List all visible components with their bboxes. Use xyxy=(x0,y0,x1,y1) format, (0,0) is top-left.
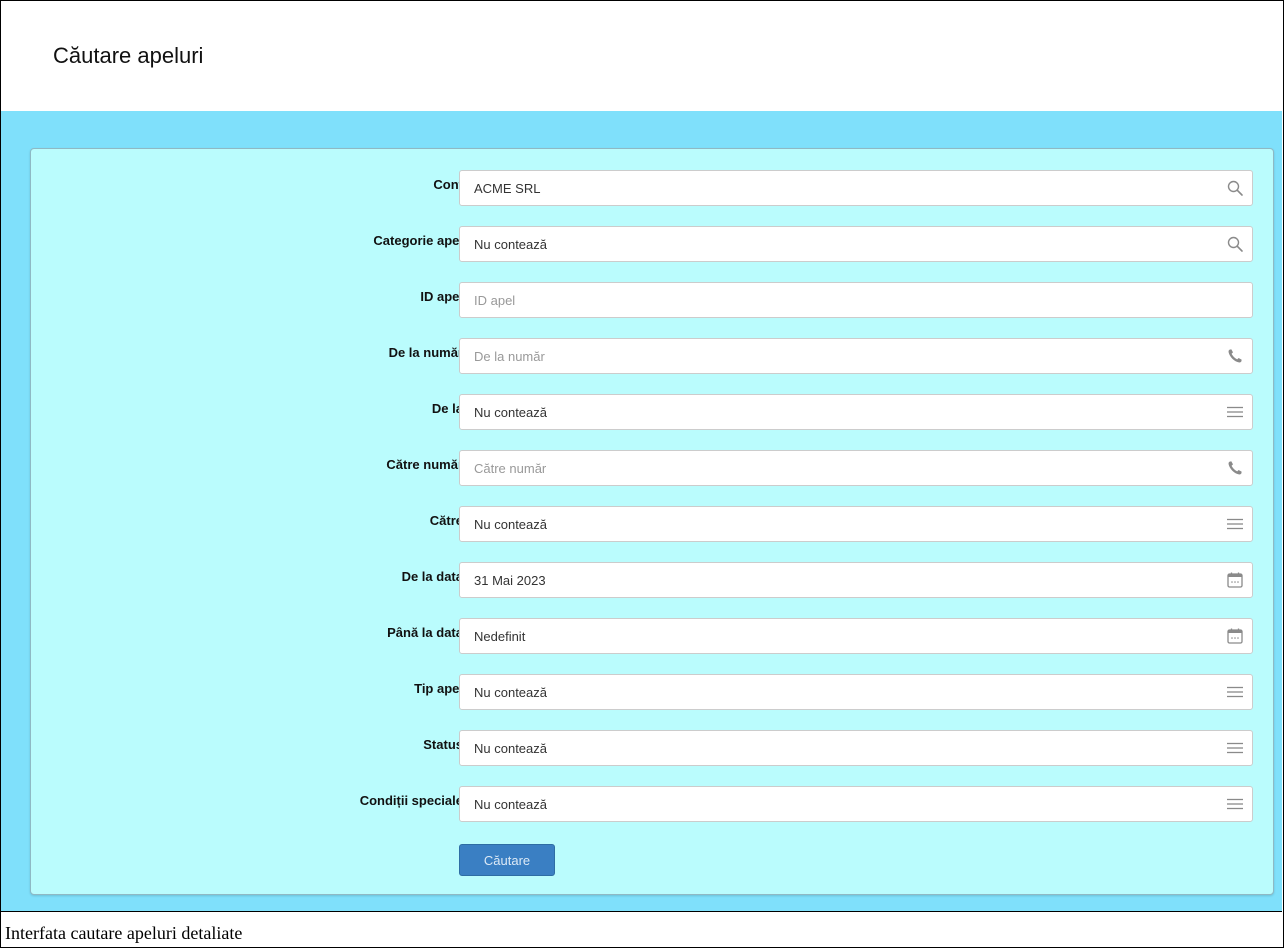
form-row-cont: Cont ACME SRL xyxy=(31,170,1273,206)
calendar-icon[interactable] xyxy=(1226,571,1244,589)
call-type-select[interactable]: Nu contează xyxy=(459,674,1253,710)
search-button[interactable]: Căutare xyxy=(459,844,555,876)
form-row-pana-la-data: Până la data Nedefinit xyxy=(31,618,1273,654)
form-row-id-apel: ID apel ID apel xyxy=(31,282,1273,318)
page-title: Căutare apeluri xyxy=(53,43,204,68)
field-label: ID apel xyxy=(420,289,463,304)
account-field[interactable]: ACME SRL xyxy=(459,170,1253,206)
field-value: Nu contează xyxy=(474,405,547,420)
from-number-input[interactable]: De la număr xyxy=(459,338,1253,374)
field-value: ACME SRL xyxy=(474,181,541,196)
field-value: Nedefinit xyxy=(474,629,526,644)
form-row-categorie-apel: Categorie apel Nu contează xyxy=(31,226,1273,262)
list-icon[interactable] xyxy=(1226,403,1244,421)
list-icon[interactable] xyxy=(1226,739,1244,757)
field-value: Nu contează xyxy=(474,237,547,252)
field-placeholder: Către număr xyxy=(474,461,547,476)
form-row-de-la-data: De la data 31 Mai 2023 xyxy=(31,562,1273,598)
field-value: 31 Mai 2023 xyxy=(474,573,546,588)
from-select[interactable]: Nu contează xyxy=(459,394,1253,430)
search-form-panel: Cont ACME SRL Categorie apel Nu contează… xyxy=(30,148,1274,895)
form-row-catre: Către Nu contează xyxy=(31,506,1273,542)
to-select[interactable]: Nu contează xyxy=(459,506,1253,542)
field-value: Nu contează xyxy=(474,685,547,700)
list-icon[interactable] xyxy=(1226,795,1244,813)
form-row-tip-apel: Tip apel Nu contează xyxy=(31,674,1273,710)
field-label: De la data xyxy=(401,569,463,584)
calendar-icon[interactable] xyxy=(1226,627,1244,645)
phone-icon xyxy=(1226,347,1244,365)
search-icon[interactable] xyxy=(1226,179,1244,197)
caption-text: Interfata cautare apeluri detaliate xyxy=(5,923,243,943)
form-row-conditii-speciale: Condiții speciale Nu contează xyxy=(31,786,1273,822)
field-label: Categorie apel xyxy=(373,233,463,248)
field-label: Până la data xyxy=(387,625,463,640)
field-label: Tip apel xyxy=(414,681,463,696)
form-row-catre-numar: Către număr Către număr xyxy=(31,450,1273,486)
field-value: Nu contează xyxy=(474,797,547,812)
field-placeholder: ID apel xyxy=(474,293,516,308)
phone-icon xyxy=(1226,459,1244,477)
field-placeholder: De la număr xyxy=(474,349,545,364)
form-row-de-la-numar: De la număr De la număr xyxy=(31,338,1273,374)
call-category-field[interactable]: Nu contează xyxy=(459,226,1253,262)
field-label: De la număr xyxy=(388,345,463,360)
field-label: Către număr xyxy=(386,457,463,472)
figure-caption: Interfata cautare apeluri detaliate xyxy=(1,911,1282,947)
list-icon[interactable] xyxy=(1226,515,1244,533)
field-value: Nu contează xyxy=(474,517,547,532)
call-id-input[interactable]: ID apel xyxy=(459,282,1253,318)
status-select[interactable]: Nu contează xyxy=(459,730,1253,766)
field-value: Nu contează xyxy=(474,741,547,756)
to-number-input[interactable]: Către număr xyxy=(459,450,1253,486)
field-label: Către xyxy=(429,513,463,528)
search-icon[interactable] xyxy=(1226,235,1244,253)
form-row-de-la: De la Nu contează xyxy=(31,394,1273,430)
form-row-status: Status Nu contează xyxy=(31,730,1273,766)
list-icon[interactable] xyxy=(1226,683,1244,701)
field-label: Condiții speciale xyxy=(359,793,463,808)
special-conditions-select[interactable]: Nu contează xyxy=(459,786,1253,822)
field-label: Status xyxy=(423,737,463,752)
start-date-field[interactable]: 31 Mai 2023 xyxy=(459,562,1253,598)
page-header: Căutare apeluri xyxy=(1,1,1282,111)
end-date-field[interactable]: Nedefinit xyxy=(459,618,1253,654)
